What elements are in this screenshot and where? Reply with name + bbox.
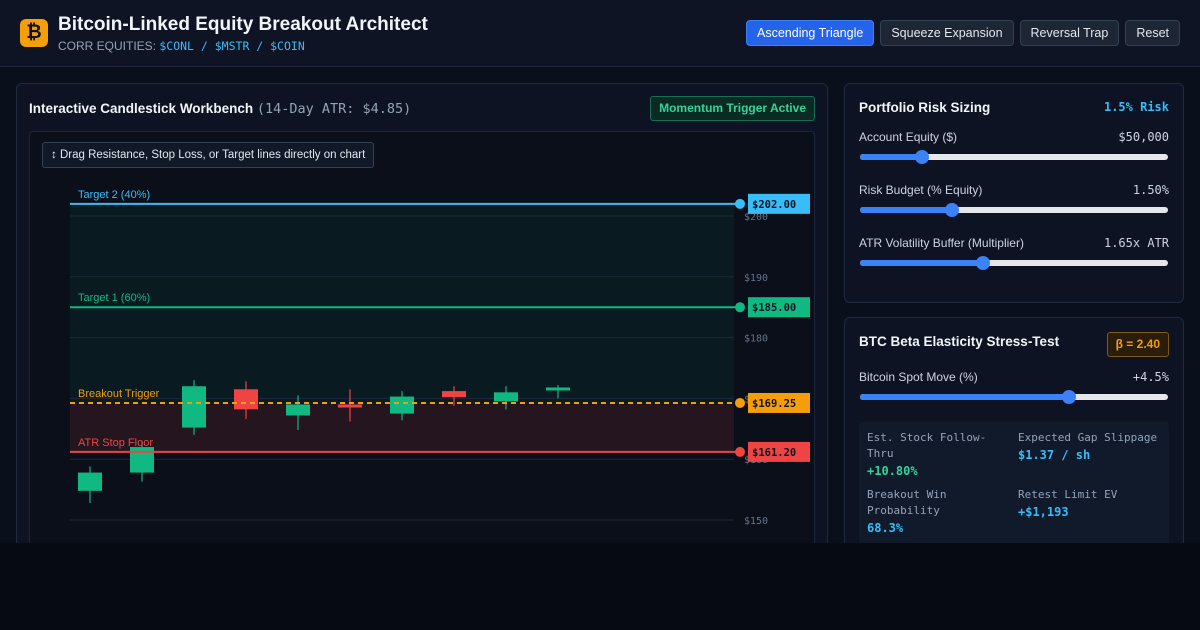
price-tag-label: $169.25 bbox=[752, 398, 796, 410]
level-drag-handle[interactable] bbox=[735, 446, 745, 457]
level-name-label: Breakout Trigger bbox=[78, 388, 160, 400]
stat-label: Est. Stock Follow-Thru bbox=[867, 431, 987, 460]
momentum-status-badge: Momentum Trigger Active bbox=[650, 96, 815, 121]
pattern-button-row: Ascending Triangle Squeeze Expansion Rev… bbox=[746, 20, 1180, 46]
bitcoin-logo-icon: ₿ bbox=[20, 19, 48, 47]
candle-body bbox=[286, 404, 310, 416]
btc-spot-move-value: +4.5% bbox=[1132, 370, 1169, 384]
candlestick-chart-area[interactable]: ↕ Drag Resistance, Stop Loss, or Target … bbox=[29, 131, 815, 543]
slider-fill bbox=[860, 207, 953, 213]
slider-fill bbox=[860, 154, 922, 160]
stat-value: +10.80% bbox=[867, 464, 918, 478]
atr-buffer-slider[interactable] bbox=[860, 256, 1168, 270]
portfolio-risk-panel: Portfolio Risk Sizing 1.5% Risk Account … bbox=[844, 83, 1184, 303]
app-viewport: ₿ Bitcoin-Linked Equity Breakout Archite… bbox=[0, 0, 1200, 543]
price-tag-label: $202.00 bbox=[752, 199, 796, 211]
beta-value-badge: β = 2.40 bbox=[1106, 332, 1169, 357]
btc-beta-stress-panel: BTC Beta Elasticity Stress-Test β = 2.40… bbox=[844, 317, 1184, 543]
price-tag-label: $161.20 bbox=[752, 447, 796, 459]
btc-spot-move-slider[interactable] bbox=[860, 390, 1168, 404]
btc-spot-move-label: Bitcoin Spot Move (%) bbox=[859, 370, 978, 384]
risk-percent-tag: 1.5% Risk bbox=[1103, 100, 1169, 114]
stat-label: Breakout Win Probability bbox=[867, 488, 947, 517]
price-tag-label: $185.00 bbox=[752, 302, 796, 314]
stat-value: $1.37 / sh bbox=[1018, 448, 1091, 462]
slider-fill bbox=[860, 260, 984, 266]
risk-budget-slider[interactable] bbox=[860, 203, 1168, 217]
candle-body bbox=[442, 391, 466, 398]
y-tick-label: $180 bbox=[744, 334, 768, 345]
slider-thumb[interactable] bbox=[914, 150, 929, 164]
workbench-title: Interactive Candlestick Workbench (14-Da… bbox=[29, 101, 411, 117]
gap-slippage-stat: Expected Gap Slippage $1.37 / sh bbox=[1018, 430, 1163, 464]
level-drag-handle[interactable] bbox=[735, 198, 745, 209]
candle-body bbox=[234, 389, 258, 410]
candlestick-chart-svg[interactable]: $200$190$180$170$160$150Target 2 (40%)$2… bbox=[30, 132, 815, 543]
level-name-label: ATR Stop Floor bbox=[78, 437, 153, 449]
app-header: ₿ Bitcoin-Linked Equity Breakout Archite… bbox=[0, 0, 1200, 67]
slider-thumb[interactable] bbox=[945, 203, 960, 217]
account-equity-label: Account Equity ($) bbox=[859, 130, 958, 144]
profit-zone bbox=[70, 203, 734, 403]
atr-note: (14-Day ATR: $4.85) bbox=[256, 101, 412, 117]
risk-budget-value: 1.50% bbox=[1132, 183, 1169, 197]
breakout-win-probability-stat: Breakout Win Probability 68.3% bbox=[867, 487, 1012, 537]
candle-body bbox=[130, 447, 154, 473]
corr-equities-subtitle: CORR EQUITIES: $CONL / $MSTR / $COIN bbox=[58, 39, 305, 53]
slider-thumb[interactable] bbox=[1062, 390, 1077, 404]
risk-budget-label: Risk Budget (% Equity) bbox=[859, 183, 983, 197]
slider-fill bbox=[860, 394, 1070, 400]
app-title: Bitcoin-Linked Equity Breakout Architect bbox=[58, 14, 428, 35]
atr-buffer-value: 1.65x ATR bbox=[1103, 236, 1169, 250]
y-tick-label: $150 bbox=[744, 516, 768, 527]
drag-hint-tooltip: ↕ Drag Resistance, Stop Loss, or Target … bbox=[42, 142, 375, 168]
level-drag-handle[interactable] bbox=[735, 397, 745, 408]
subtitle-tickers: $CONL / $MSTR / $COIN bbox=[159, 39, 305, 53]
reversal-trap-button[interactable]: Reversal Trap bbox=[1019, 20, 1120, 46]
atr-buffer-label: ATR Volatility Buffer (Multiplier) bbox=[859, 236, 1024, 250]
stat-label: Retest Limit EV bbox=[1018, 488, 1118, 501]
candle-body bbox=[182, 386, 206, 428]
retest-limit-ev-stat: Retest Limit EV +$1,193 bbox=[1018, 487, 1163, 521]
candle-body bbox=[494, 392, 518, 402]
stat-label: Expected Gap Slippage bbox=[1018, 431, 1158, 444]
candle-body bbox=[78, 472, 102, 491]
candlestick-workbench-panel: Interactive Candlestick Workbench (14-Da… bbox=[16, 83, 828, 543]
slider-thumb[interactable] bbox=[976, 256, 991, 270]
reset-button[interactable]: Reset bbox=[1125, 20, 1180, 46]
ascending-triangle-button[interactable]: Ascending Triangle bbox=[746, 20, 875, 46]
stat-value: 68.3% bbox=[867, 521, 904, 535]
subtitle-prefix: CORR EQUITIES: bbox=[58, 39, 157, 53]
stat-value: +$1,193 bbox=[1018, 505, 1069, 519]
risk-panel-title: Portfolio Risk Sizing bbox=[859, 100, 991, 115]
candle-body bbox=[338, 404, 362, 408]
account-equity-value: $50,000 bbox=[1118, 130, 1169, 144]
stock-follow-thru-stat: Est. Stock Follow-Thru +10.80% bbox=[867, 430, 1012, 480]
y-tick-label: $190 bbox=[744, 273, 768, 284]
workbench-title-text: Interactive Candlestick Workbench bbox=[29, 101, 254, 116]
level-drag-handle[interactable] bbox=[735, 302, 745, 313]
beta-panel-title: BTC Beta Elasticity Stress-Test bbox=[859, 334, 1060, 349]
level-name-label: Target 1 (60%) bbox=[78, 292, 150, 304]
squeeze-expansion-button[interactable]: Squeeze Expansion bbox=[880, 20, 1014, 46]
candle-body bbox=[390, 396, 414, 414]
candle-body bbox=[546, 387, 570, 391]
level-name-label: Target 2 (40%) bbox=[78, 189, 150, 201]
stress-test-stats: Est. Stock Follow-Thru +10.80% Expected … bbox=[859, 422, 1169, 543]
account-equity-slider[interactable] bbox=[860, 150, 1168, 164]
